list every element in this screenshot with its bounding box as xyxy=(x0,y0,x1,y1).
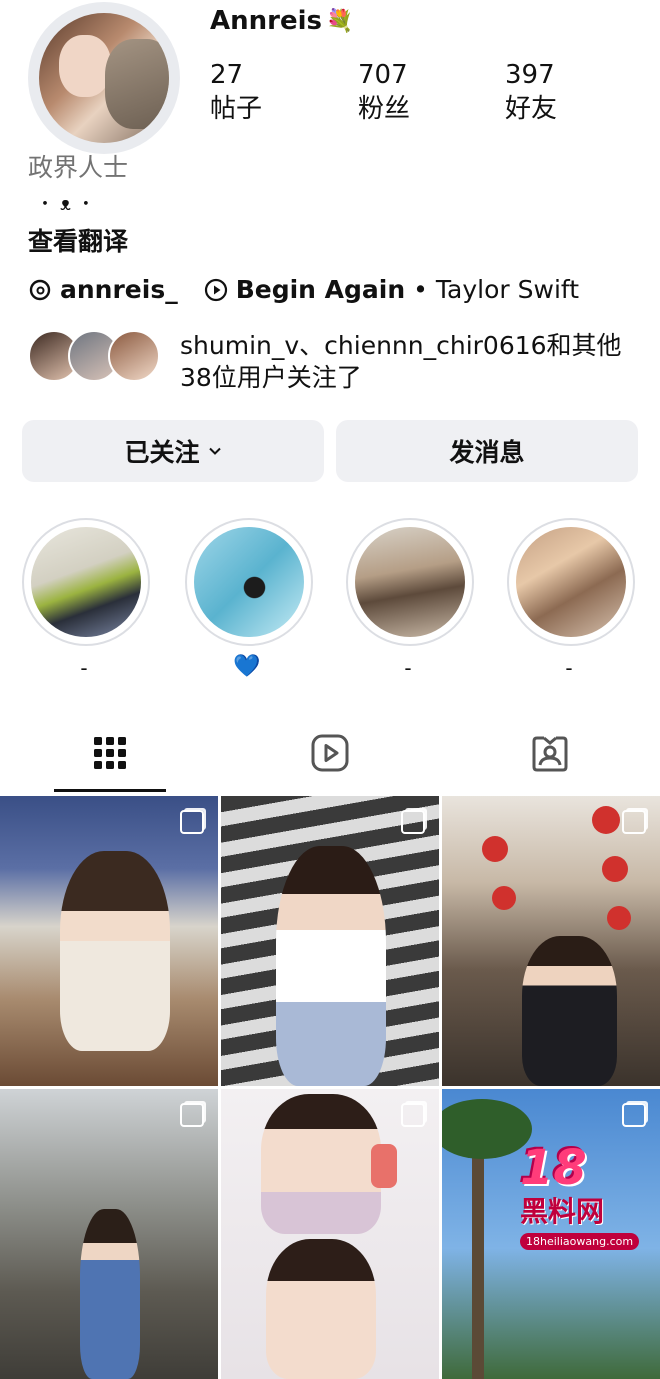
tab-reels[interactable] xyxy=(220,712,440,794)
followed-by-text[interactable]: shumin_v、chiennn_chir0616和其他38位用户关注了 xyxy=(180,330,640,394)
highlight-cover-ring xyxy=(185,518,313,646)
reels-icon xyxy=(311,734,349,772)
friends-stat[interactable]: 397 好友 xyxy=(505,58,557,126)
highlight-2[interactable]: 💙 xyxy=(185,518,313,679)
post-thumbnail[interactable] xyxy=(0,1089,218,1379)
chevron-down-icon xyxy=(208,447,221,455)
music-artist[interactable]: Taylor Swift xyxy=(436,275,579,304)
highlight-cover-ring xyxy=(346,518,474,646)
see-translation-link[interactable]: 查看翻译 xyxy=(28,222,128,258)
followers-label: 粉丝 xyxy=(358,94,411,124)
avatar-image xyxy=(39,13,169,143)
message-button[interactable]: 发消息 xyxy=(336,420,638,482)
multi-photo-icon xyxy=(401,810,425,834)
highlight-cover-image xyxy=(194,527,304,637)
profile-bio: ・ᴥ・ xyxy=(36,194,101,215)
tagged-icon xyxy=(532,736,568,772)
following-button[interactable]: 已关注 xyxy=(22,420,324,482)
following-label: 已关注 xyxy=(124,438,200,467)
highlight-cover-image xyxy=(31,527,141,637)
highlight-label: - xyxy=(404,656,412,680)
followers-stat[interactable]: 707 粉丝 xyxy=(358,58,410,126)
tab-tagged[interactable] xyxy=(440,712,660,794)
highlight-label: - xyxy=(80,656,88,680)
multi-photo-icon xyxy=(180,810,204,834)
profile-avatar[interactable] xyxy=(28,2,180,154)
highlight-4[interactable]: - xyxy=(507,518,635,680)
posts-count: 27 xyxy=(210,60,244,90)
post-thumbnail[interactable] xyxy=(221,796,439,1086)
threads-handle-link[interactable]: annreis_ xyxy=(60,275,178,304)
multi-photo-icon xyxy=(180,1103,204,1127)
profile-category: 政界人士 xyxy=(28,153,129,182)
highlight-cover-ring xyxy=(22,518,150,646)
highlight-3[interactable]: - xyxy=(346,518,474,680)
post-thumbnail[interactable] xyxy=(0,796,218,1086)
tab-posts-grid[interactable] xyxy=(0,712,220,794)
highlight-label: - xyxy=(565,656,573,680)
posts-stat[interactable]: 27 帖子 xyxy=(210,58,262,126)
highlight-cover-ring xyxy=(507,518,635,646)
highlight-cover-image xyxy=(516,527,626,637)
profile-links-row: annreis_ Begin Again • Taylor Swift xyxy=(28,275,579,304)
mutual-followers-avatars[interactable] xyxy=(28,330,160,382)
highlight-cover-image xyxy=(355,527,465,637)
watermark-text: 黑料网 xyxy=(520,1195,605,1228)
watermark-logo: 18 黑料网 18heiliaowang.com xyxy=(520,1140,640,1250)
friends-label: 好友 xyxy=(505,94,558,124)
play-icon xyxy=(204,278,227,301)
highlight-label: 💙 xyxy=(233,654,261,679)
threads-icon xyxy=(29,279,51,300)
multi-photo-icon xyxy=(622,1103,646,1127)
posts-grid xyxy=(0,796,660,1379)
message-label: 发消息 xyxy=(449,438,525,467)
multi-photo-icon xyxy=(401,1103,425,1127)
profile-tab-bar xyxy=(0,712,660,794)
music-title-link[interactable]: Begin Again xyxy=(236,275,405,304)
bouquet-icon: 💐 xyxy=(326,8,354,34)
active-tab-indicator xyxy=(54,789,166,792)
multi-photo-icon xyxy=(622,810,646,834)
friends-count: 397 xyxy=(505,60,555,90)
profile-username: Annreis 💐 xyxy=(210,6,353,36)
post-thumbnail[interactable] xyxy=(442,796,660,1086)
grid-icon xyxy=(94,737,126,769)
watermark-number: 18 xyxy=(520,1140,587,1196)
mutual-avatar xyxy=(108,330,160,382)
music-separator: • xyxy=(413,275,428,304)
username-text: Annreis xyxy=(210,6,322,36)
watermark-url: 18heiliaowang.com xyxy=(520,1233,640,1250)
highlight-1[interactable]: - xyxy=(22,518,150,680)
posts-label: 帖子 xyxy=(210,94,263,124)
followers-count: 707 xyxy=(358,60,408,90)
post-thumbnail[interactable] xyxy=(221,1089,439,1379)
